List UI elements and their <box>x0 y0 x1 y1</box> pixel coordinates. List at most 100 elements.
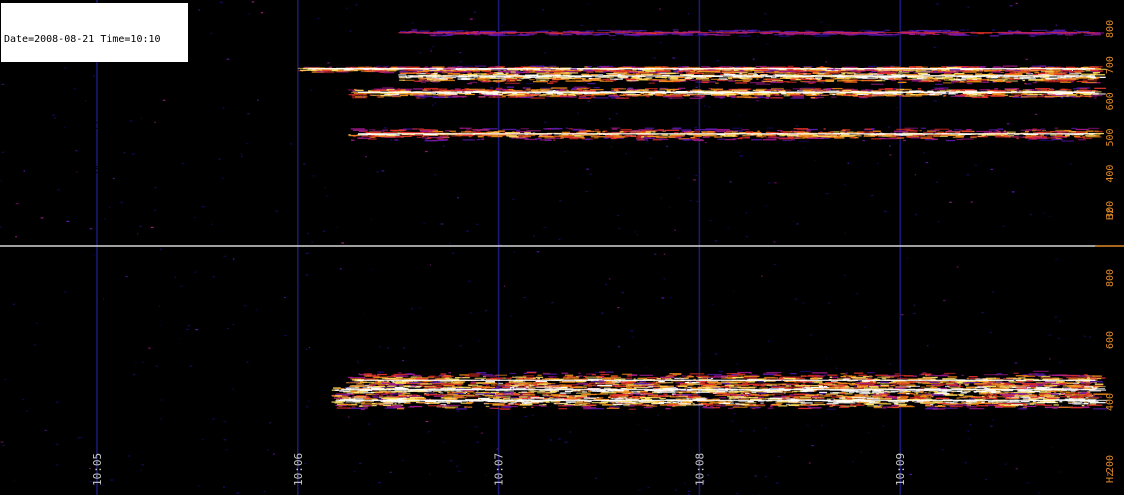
noise-speckle <box>1014 362 1018 364</box>
noise-speckle <box>255 309 257 311</box>
noise-speckle <box>981 312 984 314</box>
noise-speckle <box>909 473 912 476</box>
noise-speckle <box>943 299 946 302</box>
noise-speckle <box>602 376 605 379</box>
noise-speckle <box>863 327 866 329</box>
noise-speckle <box>193 271 197 273</box>
noise-speckle <box>411 308 414 310</box>
noise-speckle <box>992 419 995 421</box>
noise-speckle <box>1057 337 1061 339</box>
noise-speckle <box>569 431 572 433</box>
noise-speckle <box>802 302 805 304</box>
noise-speckle <box>476 223 479 225</box>
noise-speckle <box>339 268 342 270</box>
noise-speckle <box>210 32 213 35</box>
noise-speckle <box>402 459 404 461</box>
noise-speckle <box>1027 139 1030 141</box>
noise-speckle <box>887 126 891 128</box>
noise-speckle <box>670 296 672 299</box>
noise-speckle <box>346 386 348 388</box>
noise-speckle <box>514 137 517 139</box>
noise-speckle <box>40 217 44 219</box>
noise-speckle <box>201 206 205 208</box>
noise-speckle <box>1070 163 1073 165</box>
noise-speckle <box>595 477 598 479</box>
noise-speckle <box>666 145 669 147</box>
noise-speckle <box>586 168 589 170</box>
noise-speckle <box>632 336 635 338</box>
noise-speckle <box>703 105 706 107</box>
noise-speckle <box>766 43 769 45</box>
noise-speckle <box>752 58 755 60</box>
noise-speckle <box>967 430 970 432</box>
noise-speckle <box>434 174 437 176</box>
observatory-name: Radio Fireball Observatory <box>4 121 161 132</box>
noise-speckle <box>412 383 414 386</box>
noise-speckle <box>222 177 224 179</box>
noise-speckle <box>468 280 471 282</box>
noise-speckle <box>765 21 767 24</box>
noise-speckle <box>645 367 647 369</box>
noise-speckle <box>610 146 613 148</box>
noise-speckle <box>102 298 105 300</box>
noise-speckle <box>127 455 130 457</box>
noise-speckle <box>14 479 16 481</box>
noise-speckle <box>663 278 666 280</box>
noise-speckle <box>650 72 653 74</box>
noise-speckle <box>933 132 935 134</box>
noise-speckle <box>307 232 309 235</box>
noise-speckle <box>211 223 213 225</box>
noise-speckle <box>449 242 451 244</box>
noise-speckle <box>1054 386 1057 388</box>
noise-speckle <box>402 359 405 362</box>
noise-speckle <box>56 443 59 445</box>
noise-speckle <box>1028 408 1031 410</box>
noise-speckle <box>462 91 465 93</box>
noise-speckle <box>222 107 225 109</box>
noise-speckle <box>220 1 223 3</box>
noise-speckle <box>459 61 463 63</box>
noise-speckle <box>232 388 235 390</box>
noise-speckle <box>877 404 880 406</box>
noise-speckle <box>466 407 468 409</box>
noise-speckle <box>2 444 5 446</box>
noise-speckle <box>829 89 831 91</box>
location-coordinates: 35.50 N Lat 105.89 W Long <box>4 164 161 176</box>
noise-speckle <box>868 431 870 433</box>
noise-speckle <box>325 195 328 197</box>
noise-speckle <box>402 347 406 349</box>
noise-speckle <box>411 22 414 24</box>
noise-speckle <box>618 346 620 348</box>
noise-speckle <box>833 67 835 69</box>
noise-speckle <box>305 274 309 276</box>
noise-speckle <box>900 314 904 316</box>
noise-speckle <box>423 223 425 225</box>
noise-speckle <box>451 252 455 254</box>
noise-speckle <box>889 154 892 156</box>
noise-speckle <box>914 214 917 216</box>
noise-speckle <box>796 223 799 225</box>
noise-speckle <box>523 296 527 299</box>
noise-speckle <box>159 248 162 250</box>
noise-speckle <box>478 340 480 342</box>
noise-speckle <box>918 393 921 395</box>
noise-speckle <box>716 60 719 62</box>
noise-speckle <box>457 197 459 199</box>
noise-speckle <box>949 201 952 203</box>
noise-speckle <box>289 143 293 145</box>
noise-speckle <box>305 252 309 255</box>
noise-speckle <box>900 83 903 85</box>
noise-speckle <box>692 179 696 181</box>
noise-speckle <box>160 418 163 420</box>
noise-speckle <box>550 439 553 441</box>
noise-speckle <box>1066 37 1069 39</box>
noise-speckle <box>956 266 959 268</box>
noise-speckle <box>581 38 584 40</box>
noise-speckle <box>739 430 742 432</box>
noise-speckle <box>874 132 877 134</box>
noise-speckle <box>543 226 547 229</box>
noise-speckle <box>740 114 742 116</box>
noise-speckle <box>733 413 736 415</box>
noise-speckle <box>889 363 892 365</box>
noise-speckle <box>511 388 514 390</box>
